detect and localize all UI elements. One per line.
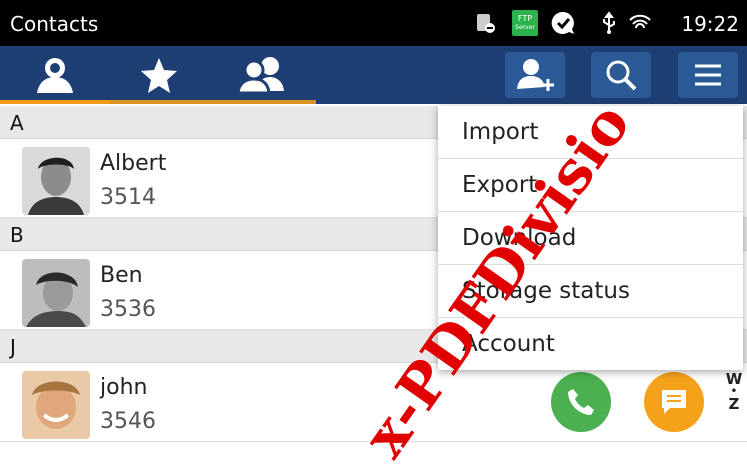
- section-letter: B: [10, 223, 24, 247]
- call-button[interactable]: [551, 372, 611, 432]
- index-letter: Z: [728, 395, 740, 413]
- menu-button[interactable]: [678, 52, 738, 98]
- section-letter: J: [10, 335, 16, 359]
- index-letter: W: [725, 370, 743, 388]
- tab-groups[interactable]: [209, 46, 316, 104]
- ftp-server-icon: FTP Server: [512, 10, 538, 36]
- add-contact-icon: [517, 59, 554, 91]
- contact-name: Albert: [100, 151, 167, 176]
- tab-all-contacts[interactable]: [0, 46, 109, 104]
- alphabet-index[interactable]: W • Z: [725, 372, 743, 412]
- add-contact-button[interactable]: [505, 52, 565, 98]
- message-button[interactable]: [644, 372, 704, 432]
- usb-icon: [600, 10, 618, 36]
- avatar: [22, 147, 90, 215]
- contact-name: john: [100, 375, 148, 400]
- clock: 19:22: [681, 12, 739, 36]
- checkmark-bubble-icon: [550, 10, 576, 36]
- ftp-label: FTP: [517, 14, 533, 23]
- tab-divider-line: [109, 100, 316, 104]
- search-icon: [606, 60, 637, 91]
- app-title: Contacts: [10, 12, 99, 36]
- avatar: [22, 259, 90, 327]
- status-bar: Contacts FTP Server 19:22: [0, 0, 747, 46]
- contact-number: 3546: [100, 409, 156, 434]
- tab-favorites[interactable]: [109, 46, 209, 104]
- phone-icon: [568, 389, 594, 415]
- sim-icon: [474, 10, 496, 36]
- search-button[interactable]: [591, 52, 651, 98]
- message-icon: [662, 390, 686, 414]
- person-icon: [36, 58, 73, 93]
- menu-icon: [695, 64, 721, 86]
- menu-item-label: Import: [462, 119, 539, 145]
- ftp-sublabel: Server: [515, 24, 535, 31]
- active-tab-indicator: [0, 100, 109, 104]
- wifi-icon: [628, 10, 652, 36]
- group-icon: [235, 57, 284, 95]
- contact-number: 3514: [100, 185, 156, 210]
- section-letter: A: [10, 111, 24, 135]
- contact-number: 3536: [100, 297, 156, 322]
- star-icon: [141, 58, 177, 93]
- contact-name: Ben: [100, 263, 143, 288]
